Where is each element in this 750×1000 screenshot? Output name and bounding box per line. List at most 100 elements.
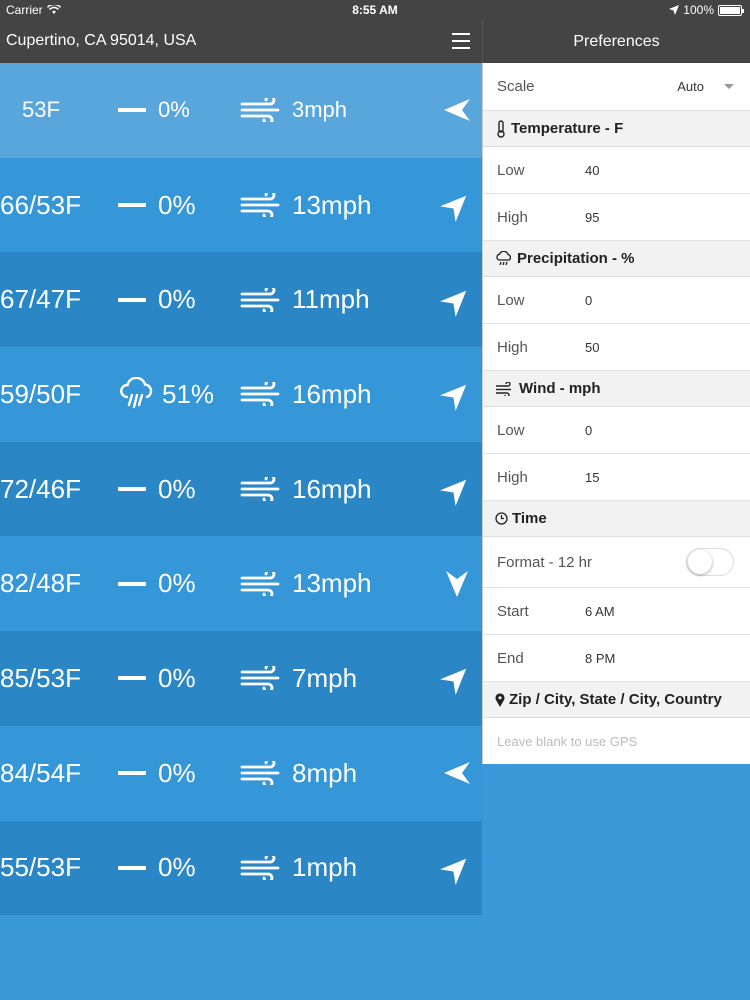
wind-low-row[interactable]: Low 0 bbox=[483, 407, 750, 454]
temperature-value: 85/53F bbox=[0, 662, 81, 693]
wind-speed-value: 3mph bbox=[292, 97, 348, 123]
wind-direction-cell bbox=[440, 821, 472, 916]
precipitation-cell: 0% bbox=[118, 158, 196, 253]
wind-direction-cell bbox=[440, 252, 472, 347]
scale-select[interactable]: Auto bbox=[677, 79, 704, 94]
wind-speed-value: 13mph bbox=[292, 189, 372, 220]
temperature-high-row[interactable]: High 95 bbox=[483, 194, 750, 241]
wind-icon bbox=[240, 193, 280, 218]
wind-cell: 16mph bbox=[240, 347, 372, 442]
wind-direction-arrow-icon bbox=[440, 858, 467, 885]
wind-cell: 11mph bbox=[240, 252, 370, 347]
precipitation-value: 0% bbox=[158, 757, 196, 788]
wind-high-label: High bbox=[497, 468, 528, 486]
wind-cell: 3mph bbox=[240, 63, 347, 158]
dash-icon bbox=[118, 581, 146, 586]
precipitation-cell: 0% bbox=[118, 252, 196, 347]
location-input[interactable]: Leave blank to use GPS bbox=[483, 718, 750, 764]
precipitation-high-row[interactable]: High 50 bbox=[483, 324, 750, 371]
status-bar: Carrier 8:55 AM 100% bbox=[0, 0, 750, 20]
wind-cell: 1mph bbox=[240, 821, 357, 916]
precipitation-value: 0% bbox=[158, 284, 196, 315]
precipitation-cell: 0% bbox=[118, 631, 196, 726]
temperature-value: 72/46F bbox=[0, 473, 81, 504]
scale-row[interactable]: Scale Auto bbox=[483, 63, 750, 111]
battery-icon bbox=[718, 4, 744, 16]
time-format-label: Format - 12 hr bbox=[497, 553, 593, 571]
forecast-list[interactable]: 53F 0% 3mph 66/53F 0% 13mph 67/47F 0% 11mph 59/50… bbox=[0, 63, 482, 916]
precipitation-low-row[interactable]: Low 0 bbox=[483, 277, 750, 324]
forecast-row[interactable]: 53F 0% 3mph bbox=[0, 63, 482, 158]
wind-icon bbox=[240, 571, 280, 596]
precipitation-value: 0% bbox=[158, 568, 196, 599]
wind-section-title: Wind - mph bbox=[519, 380, 601, 397]
temperature-low-row[interactable]: Low 40 bbox=[483, 147, 750, 194]
forecast-row[interactable]: 66/53F 0% 13mph bbox=[0, 157, 482, 253]
wind-low-label: Low bbox=[497, 421, 525, 439]
wind-icon bbox=[240, 855, 280, 880]
wind-direction-cell bbox=[440, 442, 472, 537]
time-section-title: Time bbox=[512, 510, 547, 527]
wind-icon bbox=[240, 666, 280, 691]
wind-icon bbox=[240, 382, 280, 407]
wind-icon bbox=[496, 381, 511, 396]
temperature-value: 82/48F bbox=[0, 568, 81, 599]
preferences-panel: Scale Auto Temperature - F Low 40 High 9… bbox=[482, 63, 750, 764]
wind-icon bbox=[240, 287, 280, 312]
temperature-value: 55/53F bbox=[0, 852, 81, 883]
precipitation-value: 0% bbox=[158, 189, 196, 220]
forecast-row[interactable]: 55/53F 0% 1mph bbox=[0, 820, 482, 916]
temperature-low-input[interactable]: 40 bbox=[585, 163, 599, 178]
temperature-section-title: Temperature - F bbox=[511, 120, 624, 137]
wind-high-row[interactable]: High 15 bbox=[483, 454, 750, 501]
location-section-title: Zip / City, State / City, Country bbox=[509, 691, 722, 708]
location-section-header: Zip / City, State / City, Country bbox=[483, 682, 750, 718]
wind-icon bbox=[240, 98, 280, 123]
wind-direction-arrow-icon bbox=[440, 385, 467, 412]
precipitation-cell: 0% bbox=[118, 821, 196, 916]
rain-cloud-icon bbox=[120, 377, 153, 409]
time-start-row[interactable]: Start 6 AM bbox=[483, 588, 750, 635]
wind-low-input[interactable]: 0 bbox=[585, 423, 592, 438]
forecast-row[interactable]: 82/48F 0% 13mph bbox=[0, 536, 482, 632]
hamburger-icon[interactable] bbox=[452, 33, 470, 49]
wind-speed-value: 11mph bbox=[292, 284, 370, 315]
map-pin-icon bbox=[495, 692, 505, 707]
dash-icon bbox=[118, 676, 146, 681]
wind-high-input[interactable]: 15 bbox=[585, 470, 599, 485]
temperature-high-input[interactable]: 95 bbox=[585, 210, 599, 225]
precipitation-value: 51% bbox=[162, 378, 215, 409]
precipitation-cell: 51% bbox=[118, 347, 214, 442]
precipitation-high-input[interactable]: 50 bbox=[585, 340, 599, 355]
forecast-row[interactable]: 59/50F 51% 16mph bbox=[0, 347, 482, 442]
time-end-row[interactable]: End 8 PM bbox=[483, 635, 750, 682]
toggle-knob[interactable] bbox=[688, 550, 712, 574]
time-end-input[interactable]: 8 PM bbox=[585, 651, 615, 666]
wind-speed-value: 1mph bbox=[292, 852, 358, 883]
precipitation-cell: 0% bbox=[118, 442, 196, 537]
time-start-input[interactable]: 6 AM bbox=[585, 604, 615, 619]
time-end-label: End bbox=[497, 649, 524, 667]
status-time: 8:55 AM bbox=[352, 3, 398, 17]
forecast-nav-bar: Cupertino, CA 95014, USA bbox=[0, 20, 482, 63]
wind-direction-cell bbox=[442, 63, 472, 158]
precipitation-value: 0% bbox=[158, 473, 196, 504]
temperature-high-label: High bbox=[497, 208, 528, 226]
wind-cell: 13mph bbox=[240, 536, 372, 631]
time-format-row[interactable]: Format - 12 hr bbox=[483, 537, 750, 588]
location-title: Cupertino, CA 95014, USA bbox=[6, 32, 197, 49]
wind-icon bbox=[240, 477, 280, 502]
forecast-row[interactable]: 72/46F 0% 16mph bbox=[0, 441, 482, 537]
forecast-row[interactable]: 84/54F 0% 8mph bbox=[0, 725, 482, 821]
forecast-row[interactable]: 85/53F 0% 7mph bbox=[0, 631, 482, 726]
forecast-row[interactable]: 67/47F 0% 11mph bbox=[0, 252, 482, 348]
wind-cell: 7mph bbox=[240, 631, 357, 726]
temperature-value: 53F bbox=[22, 97, 60, 123]
precipitation-value: 0% bbox=[158, 662, 196, 693]
temperature-value: 84/54F bbox=[0, 757, 81, 788]
caret-down-icon[interactable] bbox=[724, 84, 734, 89]
precipitation-low-input[interactable]: 0 bbox=[585, 293, 592, 308]
time-format-toggle[interactable] bbox=[686, 548, 734, 576]
wind-direction-arrow-icon bbox=[440, 479, 467, 507]
time-section-header: Time bbox=[483, 501, 750, 537]
